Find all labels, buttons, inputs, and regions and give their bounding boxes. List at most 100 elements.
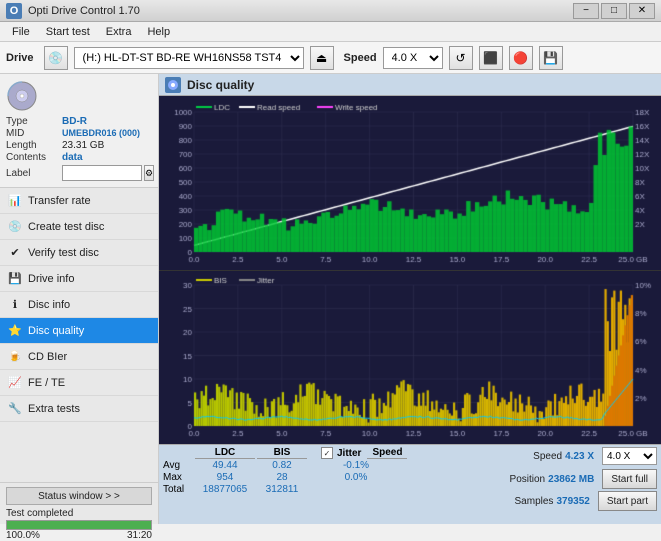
bis-avg: 0.82 [257,460,307,471]
mid-value: UMEBDR016 (000) [62,128,140,139]
drive-icon-button[interactable]: 💿 [44,46,68,70]
nav-transfer-rate[interactable]: 📊 Transfer rate [0,188,158,214]
verify-test-disc-icon: ✔ [8,246,22,260]
jitter-avg: -0.1% [321,460,391,471]
start-full-button[interactable]: Start full [602,469,657,489]
save-button[interactable]: 💾 [539,46,563,70]
close-button[interactable]: ✕ [629,3,655,19]
refresh-button[interactable]: ↺ [449,46,473,70]
bis-total: 312811 [257,484,307,495]
title-bar: O Opti Drive Control 1.70 − □ ✕ [0,0,661,22]
samples-label: Samples [515,496,554,507]
status-window-button[interactable]: Status window > > [6,487,152,505]
nav-transfer-rate-label: Transfer rate [28,195,91,207]
minimize-button[interactable]: − [573,3,599,19]
upper-chart [159,96,661,271]
extra-tests-icon: 🔧 [8,402,22,416]
menu-start-test[interactable]: Start test [38,24,98,40]
nav-drive-info[interactable]: 💾 Drive info [0,266,158,292]
nav-section: 📊 Transfer rate 💿 Create test disc ✔ Ver… [0,188,158,482]
menu-help[interactable]: Help [139,24,178,40]
disc-info-icon: ℹ [8,298,22,312]
progress-bar-fill [7,521,151,529]
length-key: Length [6,140,62,151]
progress-time: 31:20 [127,530,152,541]
nav-verify-test-disc[interactable]: ✔ Verify test disc [0,240,158,266]
maximize-button[interactable]: □ [601,3,627,19]
nav-fe-te-label: FE / TE [28,377,65,389]
lower-chart-canvas [159,271,661,444]
nav-extra-tests-label: Extra tests [28,403,80,415]
nav-fe-te[interactable]: 📈 FE / TE [0,370,158,396]
speed-stat-label: Speed [533,451,562,462]
stats-bar: LDC BIS ✓ Jitter Speed Avg 49.44 [159,444,661,524]
nav-disc-info-label: Disc info [28,299,70,311]
disc-icon [6,80,38,112]
start-part-button[interactable]: Start part [598,491,657,511]
drive-toolbar: Drive 💿 (H:) HL-DT-ST BD-RE WH16NS58 TST… [0,42,661,74]
nav-create-test-disc[interactable]: 💿 Create test disc [0,214,158,240]
contents-key: Contents [6,152,62,163]
nav-disc-quality[interactable]: ⭐ Disc quality [0,318,158,344]
menu-extra[interactable]: Extra [98,24,140,40]
speed-label: Speed [344,52,377,64]
length-value: 23.31 GB [62,140,104,151]
samples-value: 379352 [556,496,589,507]
jitter-max: 0.0% [321,472,391,483]
status-bar: Status window > > Test completed 100.0% … [0,482,158,524]
ldc-avg: 49.44 [195,460,255,471]
transfer-rate-icon: 📊 [8,194,22,208]
contents-value: data [62,152,83,163]
content-area: Disc quality LDC BIS [159,74,661,524]
disc-quality-header: Disc quality [159,74,661,96]
disc-info-table: Type BD-R MID UMEBDR016 (000) Length 23.… [6,116,152,181]
bis-header: BIS [257,447,307,459]
speed-header: Speed [367,447,407,459]
nav-cd-bier-label: CD BIer [28,351,67,363]
nav-extra-tests[interactable]: 🔧 Extra tests [0,396,158,422]
ldc-total: 18877065 [195,484,255,495]
disc-quality-title: Disc quality [187,78,254,92]
label-browse-button[interactable]: ⚙ [144,165,154,181]
settings-button2[interactable]: 🔴 [509,46,533,70]
settings-button1[interactable]: ⬛ [479,46,503,70]
nav-verify-test-disc-label: Verify test disc [28,247,99,259]
nav-disc-info[interactable]: ℹ Disc info [0,292,158,318]
drive-select[interactable]: (H:) HL-DT-ST BD-RE WH16NS58 TST4 [74,47,304,69]
menu-bar: File Start test Extra Help [0,22,661,42]
total-label: Total [163,484,193,495]
speed-select[interactable]: 4.0 X [383,47,443,69]
sidebar: Type BD-R MID UMEBDR016 (000) Length 23.… [0,74,159,524]
upper-chart-canvas [159,96,661,270]
mid-key: MID [6,128,62,139]
position-label: Position [510,474,546,485]
progress-bar-outer [6,520,152,530]
bis-max: 28 [257,472,307,483]
label-key: Label [6,168,62,179]
jitter-header: Jitter [337,448,361,459]
main-layout: Type BD-R MID UMEBDR016 (000) Length 23.… [0,74,661,524]
eject-button[interactable]: ⏏ [310,46,334,70]
ldc-max: 954 [195,472,255,483]
cd-bier-icon: 🍺 [8,350,22,364]
type-key: Type [6,116,62,127]
disc-section: Type BD-R MID UMEBDR016 (000) Length 23.… [0,74,158,188]
nav-cd-bier[interactable]: 🍺 CD BIer [0,344,158,370]
speed-stat-value: 4.23 X [565,451,594,462]
app-icon: O [6,3,22,19]
label-input[interactable] [62,165,142,181]
max-label: Max [163,472,193,483]
ldc-header: LDC [195,447,255,459]
drive-info-icon: 💾 [8,272,22,286]
speed-stat-select[interactable]: 4.0 X [602,447,657,465]
nav-drive-info-label: Drive info [28,273,74,285]
charts-container [159,96,661,444]
nav-disc-quality-label: Disc quality [28,325,84,337]
create-test-disc-icon: 💿 [8,220,22,234]
drive-label: Drive [6,52,34,64]
app-title: Opti Drive Control 1.70 [28,5,140,17]
jitter-checkbox[interactable]: ✓ [321,447,333,459]
lower-chart [159,271,661,444]
fe-te-icon: 📈 [8,376,22,390]
menu-file[interactable]: File [4,24,38,40]
